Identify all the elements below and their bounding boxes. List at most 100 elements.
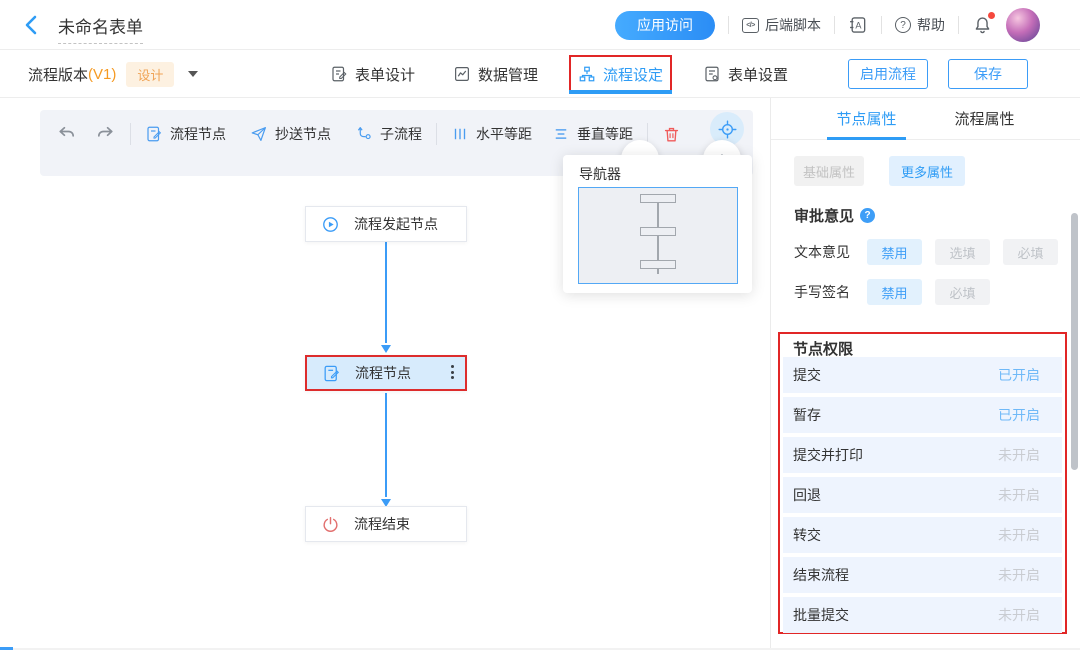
top-bar: 未命名表单 应用访问 </> 后端脚本 A ? 帮助 <box>0 0 1080 50</box>
minimap-node <box>640 227 676 236</box>
form-design-icon <box>330 65 348 83</box>
data-chart-icon <box>453 65 471 83</box>
basic-attr-button[interactable]: 基础属性 <box>794 156 864 186</box>
permission-rows: 提交 已开启 暂存 已开启 提交并打印 未开启 回退 未开启 转交 未开启 结束… <box>783 357 1062 633</box>
backend-script-button[interactable]: </> 后端脚本 <box>742 15 821 35</box>
tab-data-manage[interactable]: 数据管理 <box>453 50 538 98</box>
option-required[interactable]: 必填 <box>935 279 990 305</box>
permission-row-rollback[interactable]: 回退 未开启 <box>783 477 1062 513</box>
version-label: 流程版本 <box>28 64 88 85</box>
tab-flow-properties[interactable]: 流程属性 <box>955 98 1015 140</box>
minimap-node <box>640 194 676 203</box>
text-opinion-row: 文本意见 禁用 选填 必填 <box>794 239 1071 265</box>
back-icon[interactable] <box>22 14 42 36</box>
crosshair-icon <box>717 119 738 140</box>
add-subflow-button[interactable]: 子流程 <box>355 124 422 144</box>
navigator-panel: 导航器 <box>563 155 752 293</box>
status-badge: 未开启 <box>998 445 1040 465</box>
start-node[interactable]: 流程发起节点 <box>305 206 467 242</box>
status-badge: 已开启 <box>998 365 1040 385</box>
navigator-title: 导航器 <box>579 164 621 184</box>
tab-form-design[interactable]: 表单设计 <box>330 50 415 98</box>
add-cc-node-button[interactable]: 抄送节点 <box>250 124 331 144</box>
delete-icon[interactable] <box>662 125 681 144</box>
divider <box>728 16 729 34</box>
version-dropdown-caret[interactable] <box>188 71 198 77</box>
add-flow-node-button[interactable]: 流程节点 <box>145 124 226 144</box>
status-badge: 未开启 <box>998 525 1040 545</box>
status-badge: 未开启 <box>998 605 1040 625</box>
tab-node-properties[interactable]: 节点属性 <box>836 98 896 140</box>
notification-dot <box>988 12 995 19</box>
permission-section-title: 节点权限 <box>793 338 853 359</box>
topbar-actions: 应用访问 </> 后端脚本 A ? 帮助 <box>615 0 1040 50</box>
panel-tabs: 节点属性 流程属性 <box>771 98 1080 140</box>
divider <box>958 16 959 34</box>
status-badge: 已开启 <box>998 405 1040 425</box>
version-bar: 流程版本 (V1) 设计 表单设计 数据管理 <box>0 50 1080 98</box>
tab-flow-setting[interactable]: 流程设定 <box>569 55 672 94</box>
permission-row-submit-print[interactable]: 提交并打印 未开启 <box>783 437 1062 473</box>
code-icon: </> <box>742 18 759 33</box>
flow-edge <box>385 242 387 343</box>
option-disable[interactable]: 禁用 <box>867 279 922 305</box>
vertical-spacing-icon <box>552 125 570 143</box>
flow-node-icon <box>145 125 163 143</box>
panel-tab-underline <box>827 137 905 140</box>
divider <box>834 16 835 34</box>
permission-row-submit[interactable]: 提交 已开启 <box>783 357 1062 393</box>
redo-icon[interactable] <box>95 124 116 144</box>
divider <box>881 16 882 34</box>
signature-row: 手写签名 禁用 必填 <box>794 279 1003 305</box>
notification-bell-icon[interactable] <box>972 15 993 36</box>
version-number: (V1) <box>88 66 116 83</box>
enable-flow-button[interactable]: 启用流程 <box>848 59 928 89</box>
vertical-equal-button[interactable]: 垂直等距 <box>552 124 633 144</box>
help-button[interactable]: ? 帮助 <box>895 15 945 35</box>
app-access-button[interactable]: 应用访问 <box>615 11 715 40</box>
panel-scrollbar[interactable] <box>1071 213 1078 470</box>
node-permission-section: 节点权限 提交 已开启 暂存 已开启 提交并打印 未开启 回退 未开启 转交 未… <box>778 332 1067 634</box>
question-icon: ? <box>895 17 911 33</box>
form-settings-icon <box>703 65 721 83</box>
horizontal-equal-button[interactable]: 水平等距 <box>451 124 532 144</box>
page-title[interactable]: 未命名表单 <box>58 13 143 44</box>
flow-canvas[interactable]: 流程节点 抄送节点 子流程 <box>0 98 770 650</box>
option-label: 手写签名 <box>794 282 867 302</box>
undo-icon[interactable] <box>56 124 77 144</box>
version-info: 流程版本 (V1) 设计 <box>28 50 198 98</box>
help-icon[interactable]: ? <box>860 208 875 223</box>
end-node[interactable]: 流程结束 <box>305 506 467 542</box>
flow-setting-icon <box>578 65 596 83</box>
paper-plane-icon <box>250 125 268 143</box>
divider <box>436 123 437 145</box>
option-required[interactable]: 必填 <box>1003 239 1058 265</box>
save-button[interactable]: 保存 <box>948 59 1028 89</box>
properties-panel: 节点属性 流程属性 基础属性 更多属性 审批意见 ? 文本意见 禁用 选填 必填… <box>770 98 1080 650</box>
approval-section-title: 审批意见 ? <box>794 205 875 226</box>
status-badge: 未开启 <box>998 485 1040 505</box>
user-avatar[interactable] <box>1006 8 1040 42</box>
flow-edge <box>385 393 387 497</box>
play-icon <box>321 215 340 234</box>
option-disable[interactable]: 禁用 <box>867 239 922 265</box>
permission-row-end-flow[interactable]: 结束流程 未开启 <box>783 557 1062 593</box>
main-tabs: 表单设计 数据管理 流程设定 <box>330 50 788 98</box>
power-icon <box>321 515 340 534</box>
more-attr-button[interactable]: 更多属性 <box>889 156 965 186</box>
option-label: 文本意见 <box>794 242 867 262</box>
option-optional[interactable]: 选填 <box>935 239 990 265</box>
divider <box>130 123 131 145</box>
navigator-minimap[interactable] <box>578 187 738 284</box>
flow-edge-arrowhead <box>381 345 391 353</box>
permission-row-transfer[interactable]: 转交 未开启 <box>783 517 1062 553</box>
node-menu-icon[interactable] <box>451 365 454 379</box>
flow-node-selected[interactable]: 流程节点 <box>305 355 467 391</box>
permission-row-batch-submit[interactable]: 批量提交 未开启 <box>783 597 1062 633</box>
tab-form-settings[interactable]: 表单设置 <box>703 50 788 98</box>
permission-row-save-draft[interactable]: 暂存 已开启 <box>783 397 1062 433</box>
address-book-icon: A <box>848 15 868 35</box>
contacts-button[interactable]: A <box>848 15 868 35</box>
horizontal-spacing-icon <box>451 125 469 143</box>
design-mode-tag[interactable]: 设计 <box>126 62 174 87</box>
